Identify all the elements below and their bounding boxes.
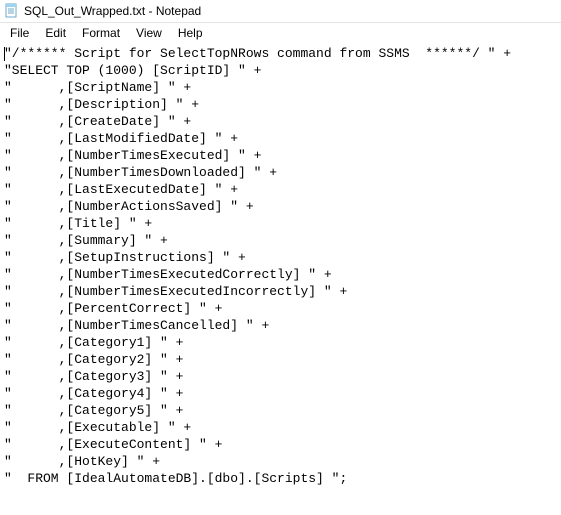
editor-line: " ,[Description] " + [4,96,557,113]
editor-line: " ,[NumberTimesDownloaded] " + [4,164,557,181]
editor-line: " ,[Category2] " + [4,351,557,368]
editor-line: " ,[NumberTimesExecutedIncorrectly] " + [4,283,557,300]
text-editor[interactable]: "/****** Script for SelectTopNRows comma… [0,43,561,489]
editor-line: " ,[CreateDate] " + [4,113,557,130]
editor-line: " ,[Executable] " + [4,419,557,436]
editor-line: " ,[PercentCorrect] " + [4,300,557,317]
editor-line: " ,[NumberTimesExecuted] " + [4,147,557,164]
text-caret [4,47,5,61]
editor-line: " ,[Category1] " + [4,334,557,351]
editor-line: " ,[Category4] " + [4,385,557,402]
editor-line: "/****** Script for SelectTopNRows comma… [4,45,557,62]
window-title: SQL_Out_Wrapped.txt - Notepad [24,4,201,18]
editor-line: " ,[Category5] " + [4,402,557,419]
editor-line: " ,[NumberActionsSaved] " + [4,198,557,215]
editor-line: " ,[Summary] " + [4,232,557,249]
menu-view[interactable]: View [128,25,170,41]
editor-line: " ,[LastExecutedDate] " + [4,181,557,198]
titlebar: SQL_Out_Wrapped.txt - Notepad [0,0,561,23]
notepad-icon [4,3,20,19]
editor-line: " ,[Title] " + [4,215,557,232]
editor-line: " ,[SetupInstructions] " + [4,249,557,266]
menu-file[interactable]: File [2,25,37,41]
editor-line: " ,[NumberTimesCancelled] " + [4,317,557,334]
editor-line: " ,[ExecuteContent] " + [4,436,557,453]
editor-line: " ,[LastModifiedDate] " + [4,130,557,147]
menu-format[interactable]: Format [74,25,128,41]
menu-help[interactable]: Help [170,25,211,41]
editor-line: " FROM [IdealAutomateDB].[dbo].[Scripts]… [4,470,557,487]
editor-line: " ,[HotKey] " + [4,453,557,470]
editor-line: " ,[ScriptName] " + [4,79,557,96]
menu-edit[interactable]: Edit [37,25,74,41]
menubar: File Edit Format View Help [0,23,561,43]
editor-line: " ,[Category3] " + [4,368,557,385]
editor-line: " ,[NumberTimesExecutedCorrectly] " + [4,266,557,283]
editor-line: "SELECT TOP (1000) [ScriptID] " + [4,62,557,79]
